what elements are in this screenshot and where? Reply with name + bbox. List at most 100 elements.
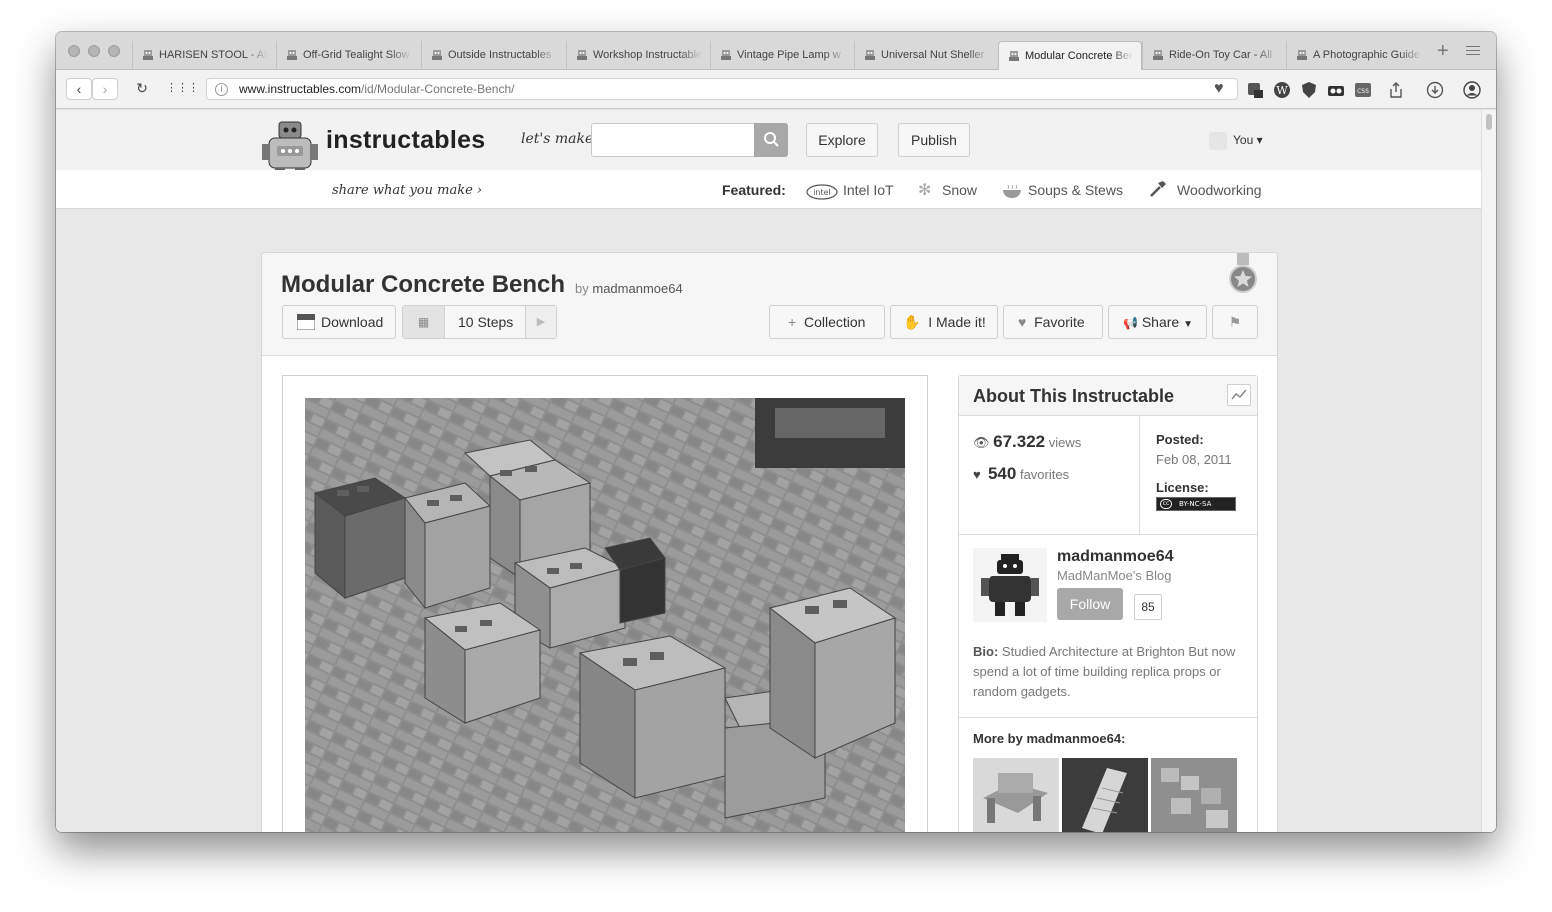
stats-chart-button[interactable]	[1227, 384, 1251, 406]
forward-button[interactable]: ›	[92, 78, 118, 100]
account-icon[interactable]	[1463, 81, 1481, 99]
line-chart-icon	[1231, 389, 1247, 400]
more-by-thumbnail[interactable]	[1151, 758, 1237, 832]
download-pdf-button[interactable]: Download	[282, 305, 396, 339]
url-bar[interactable]: i www.instructables.com/id/Modular-Concr…	[206, 78, 1238, 100]
add-to-collection-button[interactable]: + Collection	[769, 305, 885, 339]
author-avatar[interactable]	[973, 548, 1047, 622]
wordpress-icon[interactable]: W	[1273, 81, 1291, 99]
you-menu[interactable]: You ▾	[1209, 132, 1263, 150]
browser-toolbar: ‹ › ↻ ⋮⋮⋮ i www.instructables.com/id/Mod…	[56, 70, 1496, 109]
share-button[interactable]: 📢 Share ▼	[1108, 305, 1207, 339]
snowflake-icon: ✻	[918, 182, 932, 199]
tab-list-icon[interactable]	[1466, 46, 1480, 58]
top-sites-grid-icon[interactable]: ⋮⋮⋮	[166, 78, 199, 100]
reader-glasses-icon[interactable]	[1327, 81, 1345, 99]
explore-button[interactable]: Explore	[806, 123, 878, 157]
publish-button[interactable]: Publish	[898, 123, 970, 157]
minimize-window-button[interactable]	[88, 45, 100, 57]
instructable-card: Modular Concrete Bench by madmanmoe64 Do…	[261, 252, 1278, 832]
browser-tab[interactable]: Vintage Pipe Lamp w	[710, 41, 854, 70]
robot-favicon-icon	[287, 50, 297, 60]
pdf-icon	[297, 314, 315, 330]
about-panel: About This Instructable 👁 67.322 views ♥…	[958, 375, 1258, 832]
collection-label: Collection	[803, 314, 866, 330]
site-info-icon[interactable]: i	[215, 83, 228, 96]
reload-icon[interactable]: ↻	[128, 78, 156, 100]
soup-bowl-icon	[1003, 184, 1021, 198]
next-step-icon[interactable]: ▶	[525, 306, 556, 338]
page-title: Modular Concrete Bench	[281, 271, 566, 298]
heart-bookmark-icon[interactable]: ♥	[1214, 80, 1232, 98]
favorites-count: 540	[987, 464, 1017, 483]
page-viewport: instructables let's make Explore Publish…	[56, 110, 1496, 832]
license-label: License:	[1156, 480, 1209, 495]
hammer-icon	[1150, 181, 1166, 197]
browser-tab[interactable]: Workshop Instructables	[566, 41, 710, 70]
author-link[interactable]: madmanmoe64	[592, 281, 682, 296]
shield-extension-icon[interactable]	[1300, 81, 1318, 99]
browser-tab[interactable]: Universal Nut Sheller	[854, 41, 998, 70]
svg-text:W: W	[1276, 84, 1288, 97]
instructable-header: Modular Concrete Bench by madmanmoe64 Do…	[262, 253, 1277, 356]
tab-label: Outside Instructables	[448, 49, 552, 61]
robot-favicon-icon	[432, 50, 442, 60]
browser-window: HARISEN STOOL - All Off-Grid Tealight Sl…	[56, 32, 1496, 832]
tagline-link[interactable]: share what you make ›	[332, 183, 482, 198]
steps-count[interactable]: 10 Steps	[458, 306, 513, 338]
browser-tab[interactable]: Outside Instructables	[421, 41, 565, 70]
flag-report-button[interactable]: ⚑	[1212, 305, 1258, 339]
featured-link-woodworking[interactable]: Woodworking	[1177, 182, 1262, 198]
creative-commons-icon: cc	[1160, 499, 1172, 509]
url-host: www.instructables.com	[239, 82, 362, 96]
follower-count: 85	[1134, 594, 1162, 620]
eye-icon: 👁	[973, 435, 990, 450]
i-made-it-button[interactable]: ✋ I Made it!	[890, 305, 998, 339]
favorite-button[interactable]: ♥ Favorite	[1003, 305, 1103, 339]
browser-tab[interactable]: A Photographic Guide	[1286, 41, 1430, 70]
zoom-window-button[interactable]	[108, 45, 120, 57]
site-search-input[interactable]	[591, 123, 755, 157]
site-header: instructables let's make Explore Publish…	[56, 110, 1481, 191]
featured-link-snow[interactable]: Snow	[942, 182, 977, 198]
share-label: Share	[1141, 314, 1180, 330]
featured-link-soups-stews[interactable]: Soups & Stews	[1028, 182, 1123, 198]
follow-button[interactable]: Follow	[1057, 588, 1123, 620]
author-blog-link[interactable]: MadManMoe's Blog	[1057, 568, 1171, 583]
extension-badge-icon[interactable]	[1246, 81, 1264, 99]
lets-make-label: let's make	[521, 131, 594, 147]
author-byline: by madmanmoe64	[575, 281, 683, 296]
posted-label: Posted:	[1156, 432, 1204, 447]
robot-favicon-icon	[577, 50, 587, 60]
robot-favicon-icon	[721, 50, 731, 60]
css-extension-icon[interactable]: CSS	[1354, 81, 1372, 99]
steps-navigator: ▦ 10 Steps ▶	[402, 305, 557, 339]
downloads-icon[interactable]	[1426, 81, 1444, 99]
close-window-button[interactable]	[68, 45, 80, 57]
new-tab-button[interactable]: +	[1437, 40, 1449, 63]
featured-label: Featured:	[722, 182, 786, 198]
browser-tab-active[interactable]: Modular Concrete Bench	[998, 41, 1142, 70]
browser-tab[interactable]: HARISEN STOOL - All	[132, 41, 276, 70]
browser-tab[interactable]: Ride-On Toy Car - All	[1142, 41, 1286, 70]
browser-tab[interactable]: Off-Grid Tealight Slow	[276, 41, 420, 70]
license-badge[interactable]: cc BY-NC-SA	[1156, 497, 1236, 511]
more-by-thumbnail[interactable]	[1062, 758, 1148, 832]
back-button[interactable]: ‹	[66, 78, 92, 100]
more-by-thumbnail[interactable]	[973, 758, 1059, 832]
author-name[interactable]: madmanmoe64	[1057, 548, 1174, 566]
heart-icon: ♥	[1018, 314, 1027, 330]
scrollbar-thumb[interactable]	[1486, 114, 1492, 130]
tab-label: Ride-On Toy Car - All	[1169, 49, 1273, 61]
plus-icon: +	[788, 314, 797, 330]
vertical-scrollbar[interactable]	[1481, 110, 1496, 832]
search-button[interactable]	[754, 123, 788, 157]
site-logo-text[interactable]: instructables	[326, 126, 486, 155]
steps-grid-icon[interactable]: ▦	[403, 306, 445, 338]
caret-down-icon: ▾	[1256, 133, 1263, 148]
robot-favicon-icon	[865, 50, 875, 60]
featured-link-intel-iot[interactable]: Intel IoT	[843, 182, 894, 198]
concrete-bench-photo[interactable]	[305, 398, 905, 832]
share-icon[interactable]	[1387, 81, 1405, 99]
tab-bar: HARISEN STOOL - All Off-Grid Tealight Sl…	[56, 32, 1496, 70]
